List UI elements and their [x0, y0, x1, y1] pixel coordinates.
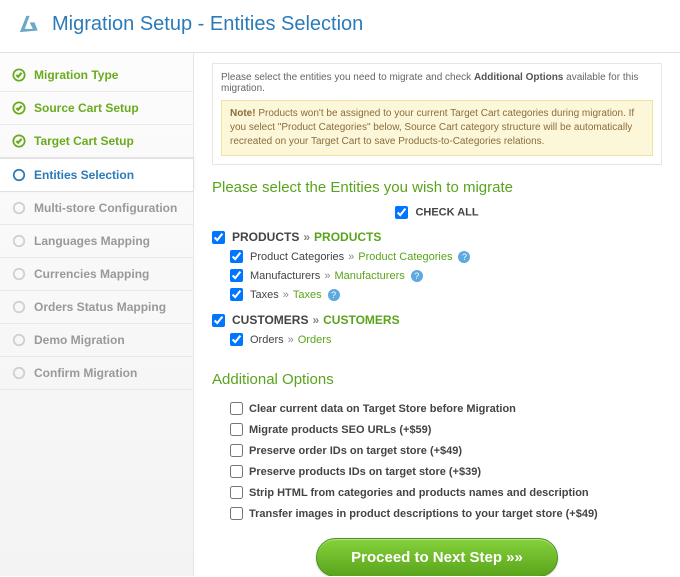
wizard-step-label: Currencies Mapping: [34, 267, 149, 281]
entities-heading: Please select the Entities you wish to m…: [212, 179, 662, 196]
help-icon[interactable]: ?: [411, 270, 423, 282]
entity-source: PRODUCTS: [232, 230, 299, 244]
migration-arrow-icon: [14, 10, 42, 38]
page-header: Migration Setup - Entities Selection: [0, 0, 680, 53]
option-label: Migrate products SEO URLs (+$59): [249, 424, 431, 436]
help-icon[interactable]: ?: [458, 251, 470, 263]
wizard-step-label: Entities Selection: [34, 168, 134, 182]
option-label: Preserve products IDs on target store (+…: [249, 466, 481, 478]
wizard-step-label: Confirm Migration: [34, 366, 137, 380]
circle-icon: [12, 168, 26, 182]
wizard-step-5[interactable]: Languages Mapping: [0, 225, 193, 258]
entity-group-1: CUSTOMERS » CUSTOMERS: [212, 310, 662, 330]
arrow-icon: »: [288, 334, 294, 346]
option-label: Clear current data on Target Store befor…: [249, 403, 516, 415]
arrow-icon: »: [324, 270, 330, 282]
entity-target: CUSTOMERS: [323, 313, 399, 327]
wizard-step-label: Languages Mapping: [34, 234, 150, 248]
entity-source: Manufacturers: [250, 270, 320, 282]
entity-target: Taxes: [293, 289, 322, 301]
entity-source: CUSTOMERS: [232, 313, 308, 327]
option-row-4: Strip HTML from categories and products …: [212, 482, 662, 503]
wizard-step-label: Source Cart Setup: [34, 101, 139, 115]
option-row-3: Preserve products IDs on target store (+…: [212, 461, 662, 482]
entity-sub-0-1: Manufacturers » Manufacturers?: [212, 266, 662, 285]
circle-icon: [12, 234, 26, 248]
option-row-5: Transfer images in product descriptions …: [212, 503, 662, 524]
circle-icon: [12, 366, 26, 380]
wizard-step-label: Orders Status Mapping: [34, 300, 166, 314]
entity-source: Orders: [250, 334, 284, 346]
entity-source: Product Categories: [250, 251, 344, 263]
arrow-icon: »: [283, 289, 289, 301]
note-box: Note! Products won't be assigned to your…: [221, 100, 653, 156]
entity-checkbox[interactable]: [230, 288, 243, 301]
check-circle-icon: [12, 101, 26, 115]
wizard-steps-sidebar: Migration Type Source Cart Setup Target Ca…: [0, 53, 194, 576]
wizard-step-4[interactable]: Multi-store Configuration: [0, 192, 193, 225]
check-circle-icon: [12, 134, 26, 148]
option-row-0: Clear current data on Target Store befor…: [212, 398, 662, 419]
entity-target: PRODUCTS: [314, 230, 381, 244]
arrow-icon: »: [348, 251, 354, 263]
option-label: Preserve order IDs on target store (+$49…: [249, 445, 462, 457]
entity-checkbox[interactable]: [230, 269, 243, 282]
entity-sub-0-0: Product Categories » Product Categories?: [212, 247, 662, 266]
wizard-step-8[interactable]: Demo Migration: [0, 324, 193, 357]
wizard-step-9[interactable]: Confirm Migration: [0, 357, 193, 390]
entities-list: PRODUCTS»PRODUCTSProduct Categories»Prod…: [212, 227, 662, 349]
check-all-checkbox[interactable]: [395, 206, 408, 219]
circle-icon: [12, 300, 26, 314]
option-checkbox[interactable]: [230, 423, 243, 436]
instruction-text: Please select the entities you need to m…: [221, 72, 653, 94]
wizard-step-label: Multi-store Configuration: [34, 201, 177, 215]
check-all-row: CHECK ALL: [212, 206, 662, 219]
info-box: Please select the entities you need to m…: [212, 63, 662, 165]
circle-icon: [12, 201, 26, 215]
circle-icon: [12, 333, 26, 347]
option-checkbox[interactable]: [230, 402, 243, 415]
page-title: Migration Setup - Entities Selection: [52, 13, 363, 36]
entity-target: Manufacturers: [334, 270, 404, 282]
check-circle-icon: [12, 68, 26, 82]
check-all-label: CHECK ALL: [415, 206, 478, 218]
wizard-step-label: Migration Type: [34, 68, 118, 82]
option-checkbox[interactable]: [230, 465, 243, 478]
entity-checkbox[interactable]: [230, 333, 243, 346]
arrow-icon: »: [303, 230, 310, 244]
entity-sub-1-0: Orders » Orders: [212, 330, 662, 349]
entity-source: Taxes: [250, 289, 279, 301]
entity-target: Orders: [298, 334, 332, 346]
wizard-step-3[interactable]: Entities Selection: [0, 158, 193, 192]
additional-options: Additional Options Clear current data on…: [212, 371, 662, 524]
option-label: Transfer images in product descriptions …: [249, 508, 598, 520]
entity-checkbox[interactable]: [212, 314, 225, 327]
option-checkbox[interactable]: [230, 507, 243, 520]
main-content: Please select the entities you need to m…: [194, 53, 680, 576]
circle-icon: [12, 267, 26, 281]
entity-group-0: PRODUCTS » PRODUCTS: [212, 227, 662, 247]
option-label: Strip HTML from categories and products …: [249, 487, 589, 499]
wizard-step-label: Demo Migration: [34, 333, 125, 347]
wizard-step-7[interactable]: Orders Status Mapping: [0, 291, 193, 324]
entity-checkbox[interactable]: [212, 231, 225, 244]
entity-target: Product Categories: [358, 251, 452, 263]
help-icon[interactable]: ?: [328, 289, 340, 301]
wizard-step-2[interactable]: Target Cart Setup: [0, 125, 193, 158]
wizard-step-6[interactable]: Currencies Mapping: [0, 258, 193, 291]
option-row-2: Preserve order IDs on target store (+$49…: [212, 440, 662, 461]
wizard-step-label: Target Cart Setup: [34, 134, 134, 148]
option-checkbox[interactable]: [230, 444, 243, 457]
arrow-icon: »: [312, 313, 319, 327]
entity-checkbox[interactable]: [230, 250, 243, 263]
option-checkbox[interactable]: [230, 486, 243, 499]
options-heading: Additional Options: [212, 371, 662, 388]
wizard-step-0[interactable]: Migration Type: [0, 59, 193, 92]
wizard-step-1[interactable]: Source Cart Setup: [0, 92, 193, 125]
proceed-button[interactable]: Proceed to Next Step »»: [316, 538, 558, 576]
entity-sub-0-2: Taxes » Taxes?: [212, 285, 662, 304]
option-row-1: Migrate products SEO URLs (+$59): [212, 419, 662, 440]
